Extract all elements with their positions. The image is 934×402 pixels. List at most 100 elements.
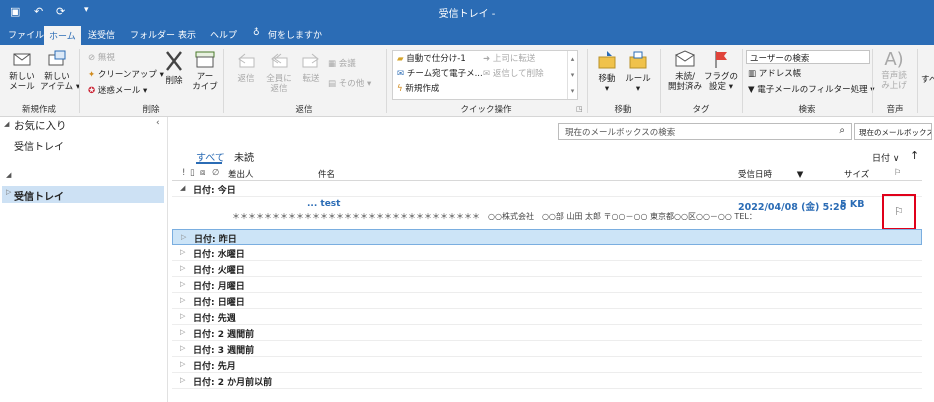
filter-all-underline (196, 162, 222, 164)
reminder-column-icon[interactable]: ⧈ (200, 168, 205, 178)
expand-icon: ▷ (181, 233, 187, 241)
group-header[interactable]: ▷ 日付: 2 週間前 (172, 325, 922, 341)
message-row[interactable]: ... test 2022/04/08 (金) 5:26 5 KB ＊＊＊＊＊＊… (172, 197, 922, 229)
lightning-icon: ϟ (397, 84, 403, 94)
tab-file[interactable]: ファイル (8, 28, 44, 41)
group-header[interactable]: ▷ 日付: 2 か月前以前 (172, 373, 922, 389)
meeting-button[interactable]: ▦ 会議 (328, 59, 356, 70)
archive-button[interactable]: アー カイブ (190, 49, 220, 92)
delete-button[interactable]: 削除 (162, 49, 186, 86)
move-folder-icon (598, 51, 616, 69)
tab-home[interactable]: ホーム (44, 26, 81, 45)
collapse-favorites-icon[interactable]: ◢ (4, 120, 9, 128)
quick-step-team-email[interactable]: ✉ チーム宛て電子メ... (397, 69, 483, 80)
favorites-inbox[interactable]: 受信トレイ (14, 138, 64, 153)
column-size[interactable]: サイズ (844, 168, 869, 180)
inbox-folder-selected[interactable]: ▷ 受信トレイ (2, 186, 164, 203)
window-title: 受信トレイ - (438, 9, 496, 20)
tab-help[interactable]: ヘルプ (210, 28, 237, 41)
quick-step-reply-delete[interactable]: ✉ 返信して削除 (483, 69, 544, 80)
group-header[interactable]: ▷ 日付: 先週 (172, 309, 922, 325)
group-header[interactable]: ▷ 日付: 先月 (172, 357, 922, 373)
group-header-today[interactable]: ◢ 日付: 今日 (172, 181, 922, 197)
tell-me-search[interactable]: 何をしますか (268, 28, 322, 41)
expand-icon: ▷ (180, 296, 186, 304)
group-separator (742, 49, 743, 113)
account-collapse-icon[interactable]: ◢ (6, 171, 11, 179)
dialog-launcher-icon[interactable]: ◳ (576, 105, 583, 113)
group-separator (872, 49, 873, 113)
quick-step-auto-sort[interactable]: ▰ 自動で仕分け-1 (397, 54, 466, 65)
quick-step-create-new[interactable]: ϟ 新規作成 (397, 84, 439, 95)
expand-inbox-icon[interactable]: ▷ (6, 188, 11, 196)
expand-icon: ▷ (180, 376, 186, 384)
search-people-input[interactable]: ユーザーの検索 (746, 50, 870, 64)
address-book-icon: ▥ (748, 69, 757, 79)
column-received[interactable]: 受信日時 ▼ (738, 168, 803, 180)
reply-all-icon (271, 53, 288, 68)
group-separator (917, 49, 918, 113)
mailbox-search-box[interactable]: 現在のメールボックスの検索 ⌕ (558, 123, 852, 140)
ignore-button[interactable]: ⊘ 無視 (88, 53, 115, 64)
filter-icon: ▼ (748, 85, 755, 95)
group-separator (660, 49, 661, 113)
move-button[interactable]: 移動 ▾ (594, 49, 620, 94)
quick-steps-scroll[interactable]: ▴ ▾ ▾ (567, 51, 577, 99)
more-respond-button[interactable]: ▤ その他 ▾ (328, 79, 371, 90)
new-item-button[interactable]: 新しい アイテム ▾ (40, 49, 80, 92)
folder-icon: ▰ (397, 54, 404, 64)
group-header-yesterday[interactable]: ▷ 日付: 昨日 (172, 229, 922, 245)
tab-view[interactable]: 表示 (178, 28, 196, 41)
filter-email-button[interactable]: ▼ 電子メールのフィルター処理 ▾ (748, 85, 875, 96)
menu-bar: ファイル ホーム 送受信 フォルダー 表示 ヘルプ ♁ 何をしますか (0, 24, 934, 45)
quick-steps-gallery: ▰ 自動で仕分け-1 ➜ 上司に転送 ✉ チーム宛て電子メ... ✉ 返信して削… (392, 50, 578, 100)
group-header[interactable]: ▷ 日付: 火曜日 (172, 261, 922, 277)
group-header[interactable]: ▷ 日付: 3 週間前 (172, 341, 922, 357)
minimize-pane-icon[interactable]: ‹ (156, 118, 160, 128)
group-label-find: 検索 (798, 105, 816, 115)
group-label-quick-steps: クイック操作 (460, 105, 512, 115)
expand-icon: ▷ (180, 328, 186, 336)
forward-button[interactable]: 転送 (298, 51, 324, 84)
reply-delete-icon: ✉ (483, 69, 491, 79)
reply-button[interactable]: 返信 (232, 51, 260, 84)
tab-folder[interactable]: フォルダー (130, 28, 175, 41)
attachment-column-icon[interactable]: ∅ (212, 168, 219, 178)
column-from[interactable]: 差出人 (228, 168, 254, 180)
group-label-delete: 削除 (142, 105, 160, 115)
flag-button[interactable]: フラグの 設定 ▾ (704, 49, 738, 92)
new-mail-button[interactable]: 新しい メール (6, 49, 38, 92)
group-label-respond: 返信 (295, 105, 313, 115)
search-input[interactable]: 現在のメールボックスの検索 (565, 126, 675, 138)
read-aloud-button[interactable]: A) 音声読 み上げ (876, 49, 912, 91)
group-separator (386, 49, 387, 113)
flag-icon (715, 51, 727, 68)
sort-direction-icon[interactable]: ↑ (910, 149, 919, 162)
group-header[interactable]: ▷ 日付: 水曜日 (172, 245, 922, 261)
quick-step-forward-manager[interactable]: ➜ 上司に転送 (483, 54, 535, 65)
rules-button[interactable]: ルール ▾ (624, 49, 652, 94)
expand-icon: ▷ (180, 312, 186, 320)
message-flag-icon[interactable]: ⚐ (894, 205, 904, 218)
junk-button[interactable]: ✪ 迷惑メール ▾ (88, 86, 147, 97)
address-book-button[interactable]: ▥ アドレス帳 (748, 69, 801, 80)
cleanup-button[interactable]: ✦ クリーンアップ ▾ (88, 70, 164, 81)
sort-by-date[interactable]: 日付 ∨ (872, 151, 899, 164)
lightbulb-icon: ♁ (253, 28, 260, 38)
favorites-header[interactable]: お気に入り (14, 118, 67, 133)
reply-icon (238, 53, 255, 68)
flag-column-icon[interactable]: ⚐ (894, 168, 902, 178)
filter-unread[interactable]: 未読 (234, 149, 254, 164)
ribbon-overflow[interactable]: すべ (921, 75, 934, 86)
unread-read-button[interactable]: 未読/開封済み (666, 49, 704, 92)
column-subject[interactable]: 件名 (318, 168, 335, 180)
group-header[interactable]: ▷ 日付: 日曜日 (172, 293, 922, 309)
icon-column-icon[interactable]: ▯ (190, 168, 195, 178)
importance-column-icon[interactable]: ! (182, 168, 185, 178)
reply-all-button[interactable]: 全員に 返信 (264, 51, 294, 94)
group-header[interactable]: ▷ 日付: 月曜日 (172, 277, 922, 293)
search-scope-dropdown[interactable]: 現在のメールボックス (854, 123, 932, 140)
group-label-speech: 音声 (886, 105, 904, 115)
tab-send-receive[interactable]: 送受信 (88, 28, 115, 41)
search-icon[interactable]: ⌕ (839, 125, 845, 136)
